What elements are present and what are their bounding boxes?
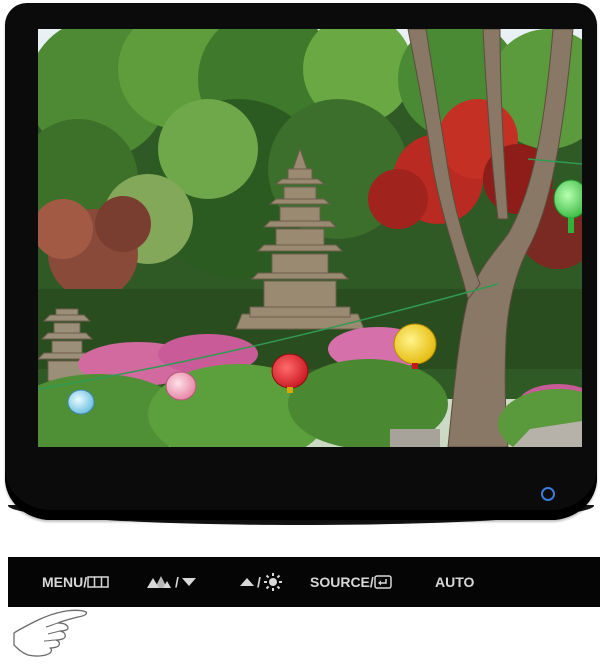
menu-grid-icon [87, 576, 109, 588]
down-arrow-icon [181, 577, 196, 587]
screen-image-garden [38, 29, 582, 447]
up-arrow-icon [240, 577, 254, 587]
up-brightness-button[interactable]: / [240, 557, 282, 607]
auto-button[interactable]: AUTO [435, 557, 474, 607]
source-button[interactable]: SOURCE/ [310, 557, 392, 607]
monitor-bezel [5, 3, 597, 520]
magic-bright-icon [146, 575, 172, 589]
garden-photo [38, 29, 582, 447]
brightness-sun-icon [263, 573, 282, 591]
menu-button[interactable]: MENU/ [42, 557, 109, 607]
pointing-hand-icon [10, 607, 90, 659]
menu-label: MENU/ [42, 574, 88, 590]
separator-slash: / [175, 574, 179, 590]
monitor-control-bar: MENU/ / / SOURCE/ AUTO [8, 557, 600, 607]
auto-label: AUTO [435, 574, 475, 590]
magic-bright-down-button[interactable]: / [146, 557, 196, 607]
source-enter-icon [374, 575, 392, 589]
separator-slash: / [257, 574, 261, 590]
power-led-icon[interactable] [541, 487, 555, 501]
source-label: SOURCE/ [310, 574, 374, 590]
